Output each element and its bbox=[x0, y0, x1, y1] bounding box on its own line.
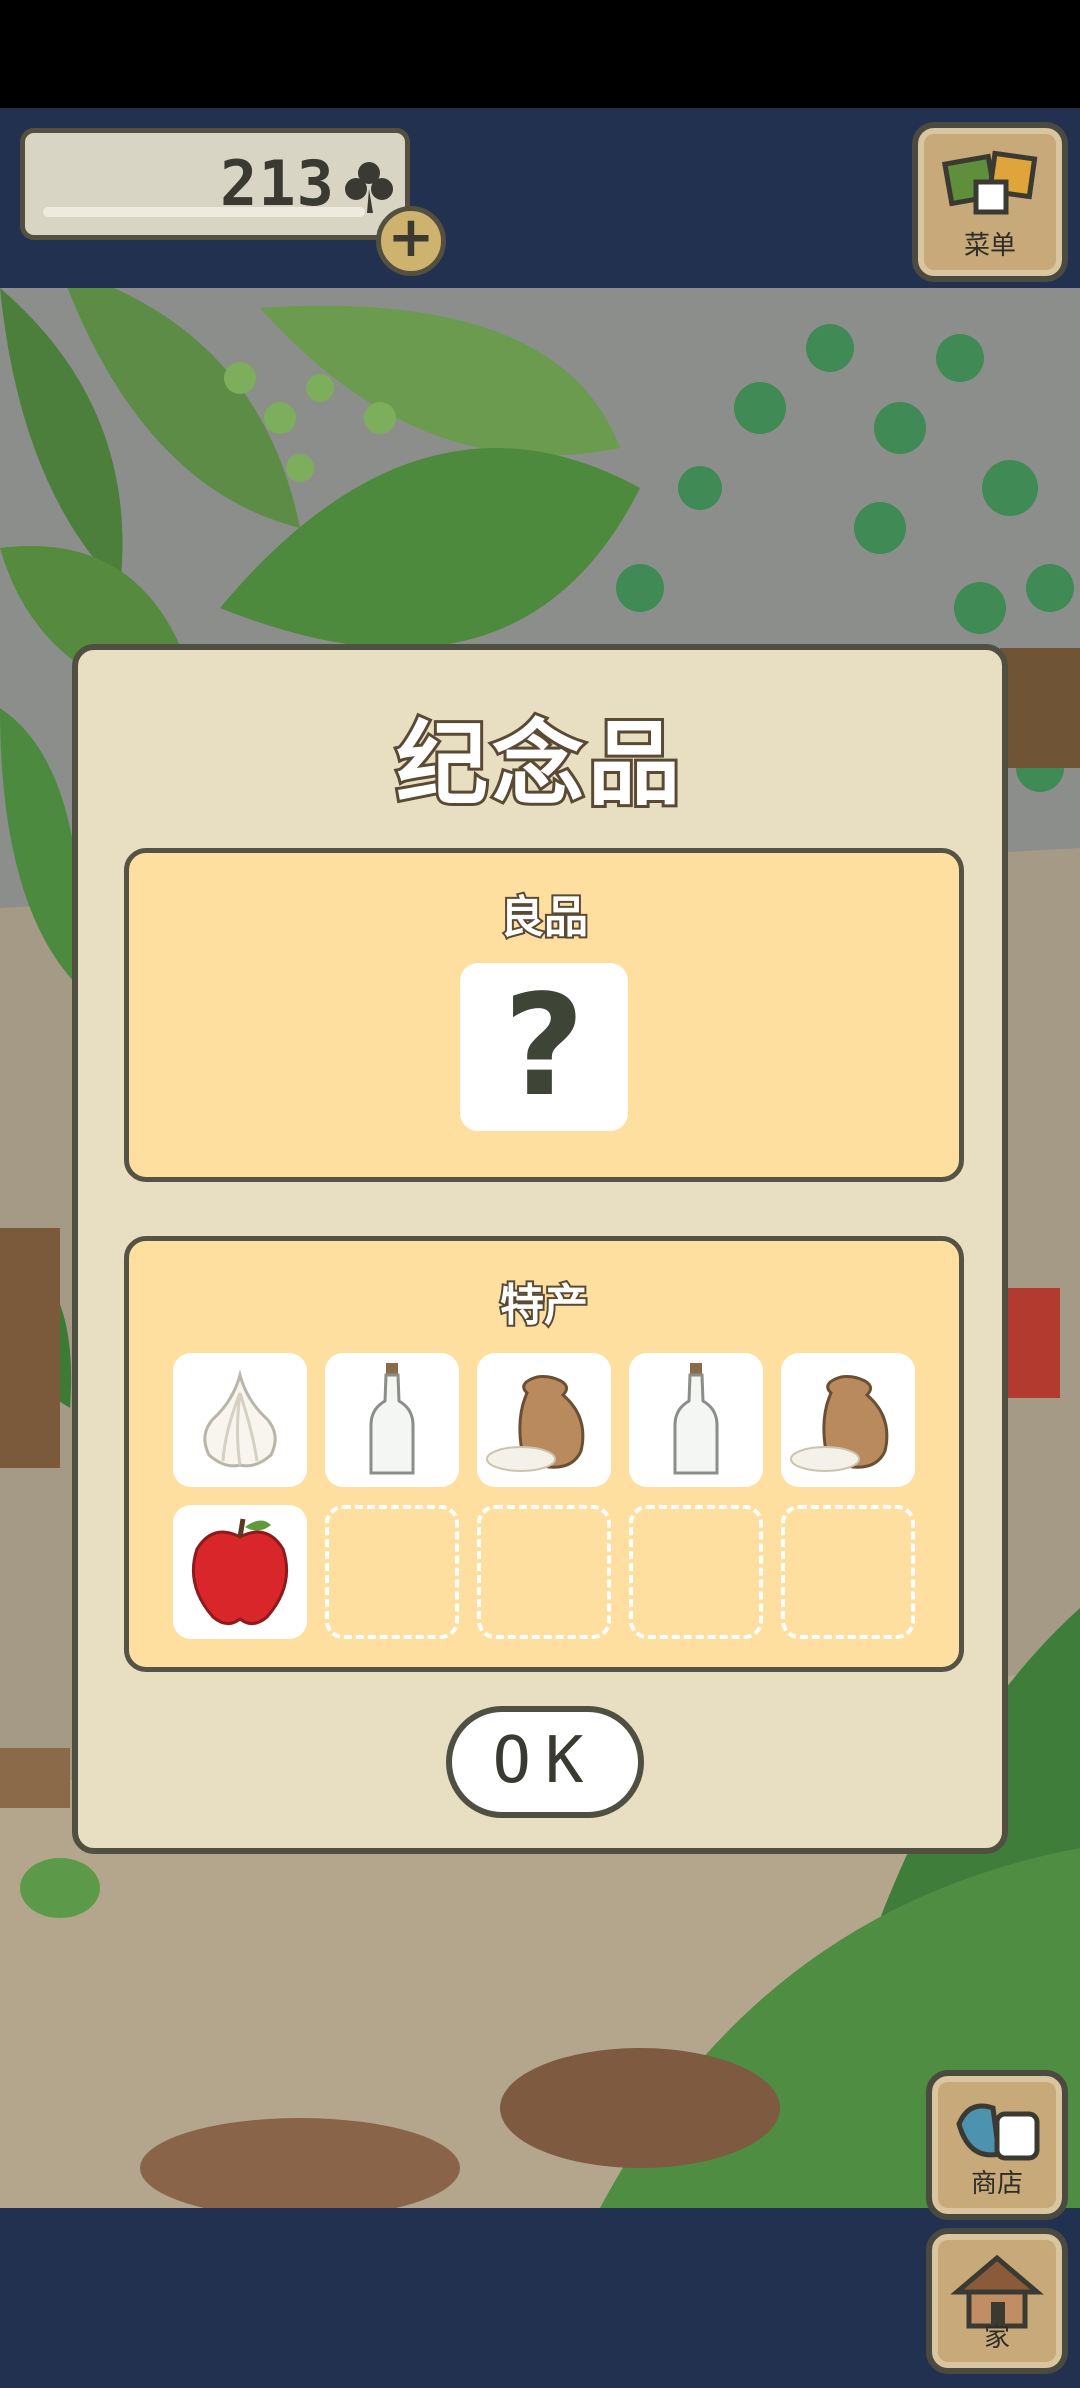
bottle-icon bbox=[369, 1363, 415, 1475]
shop-button[interactable]: 商店 bbox=[926, 2070, 1068, 2220]
clover-counter: 213 bbox=[20, 128, 410, 240]
specialty-slot-empty bbox=[781, 1505, 915, 1639]
shop-label: 商店 bbox=[970, 2169, 1023, 2199]
clover-progress-track bbox=[43, 207, 365, 217]
specialty-slot-rice-bag[interactable] bbox=[781, 1353, 915, 1487]
menu-button[interactable]: 菜单 bbox=[912, 122, 1068, 282]
specialty-slot-rice-bag[interactable] bbox=[477, 1353, 611, 1487]
add-clover-button[interactable]: + bbox=[376, 206, 446, 276]
dialog-title: 纪念品 bbox=[393, 708, 684, 821]
specialties-panel: 特产 bbox=[124, 1236, 964, 1672]
good-items-label: 良品 bbox=[498, 890, 590, 945]
specialty-slot-bottle[interactable] bbox=[325, 1353, 459, 1487]
specialty-slot-empty bbox=[325, 1505, 459, 1639]
specialty-slot-apple[interactable] bbox=[173, 1505, 307, 1639]
specialty-slot-bottle[interactable] bbox=[629, 1353, 763, 1487]
menu-icon bbox=[941, 150, 1038, 215]
specialty-slot-empty bbox=[629, 1505, 763, 1639]
plus-icon: + bbox=[387, 205, 435, 270]
shop-bag-icon bbox=[956, 2103, 1040, 2161]
apple-icon bbox=[191, 1518, 289, 1625]
rice-bag-icon bbox=[486, 1375, 585, 1472]
home-button[interactable]: 家 bbox=[926, 2228, 1068, 2374]
ok-button[interactable]: OK bbox=[446, 1706, 644, 1818]
specialties-label: 特产 bbox=[498, 1278, 590, 1333]
menu-label: 菜单 bbox=[963, 231, 1016, 261]
souvenir-dialog: 纪念品 良品 ? 特产 OK bbox=[72, 644, 1008, 1854]
status-bar bbox=[0, 0, 1080, 108]
question-mark-icon: ? bbox=[503, 965, 585, 1128]
specialty-slot-empty bbox=[477, 1505, 611, 1639]
home-label: 家 bbox=[983, 2323, 1010, 2353]
bottom-bar bbox=[0, 2208, 1080, 2388]
bottle-icon bbox=[673, 1363, 719, 1475]
specialty-slot-garlic[interactable] bbox=[173, 1353, 307, 1487]
garlic-icon bbox=[203, 1369, 277, 1468]
good-items-panel: 良品 ? bbox=[124, 848, 964, 1182]
rice-bag-icon bbox=[790, 1375, 889, 1472]
unknown-item-slot[interactable]: ? bbox=[460, 963, 628, 1131]
